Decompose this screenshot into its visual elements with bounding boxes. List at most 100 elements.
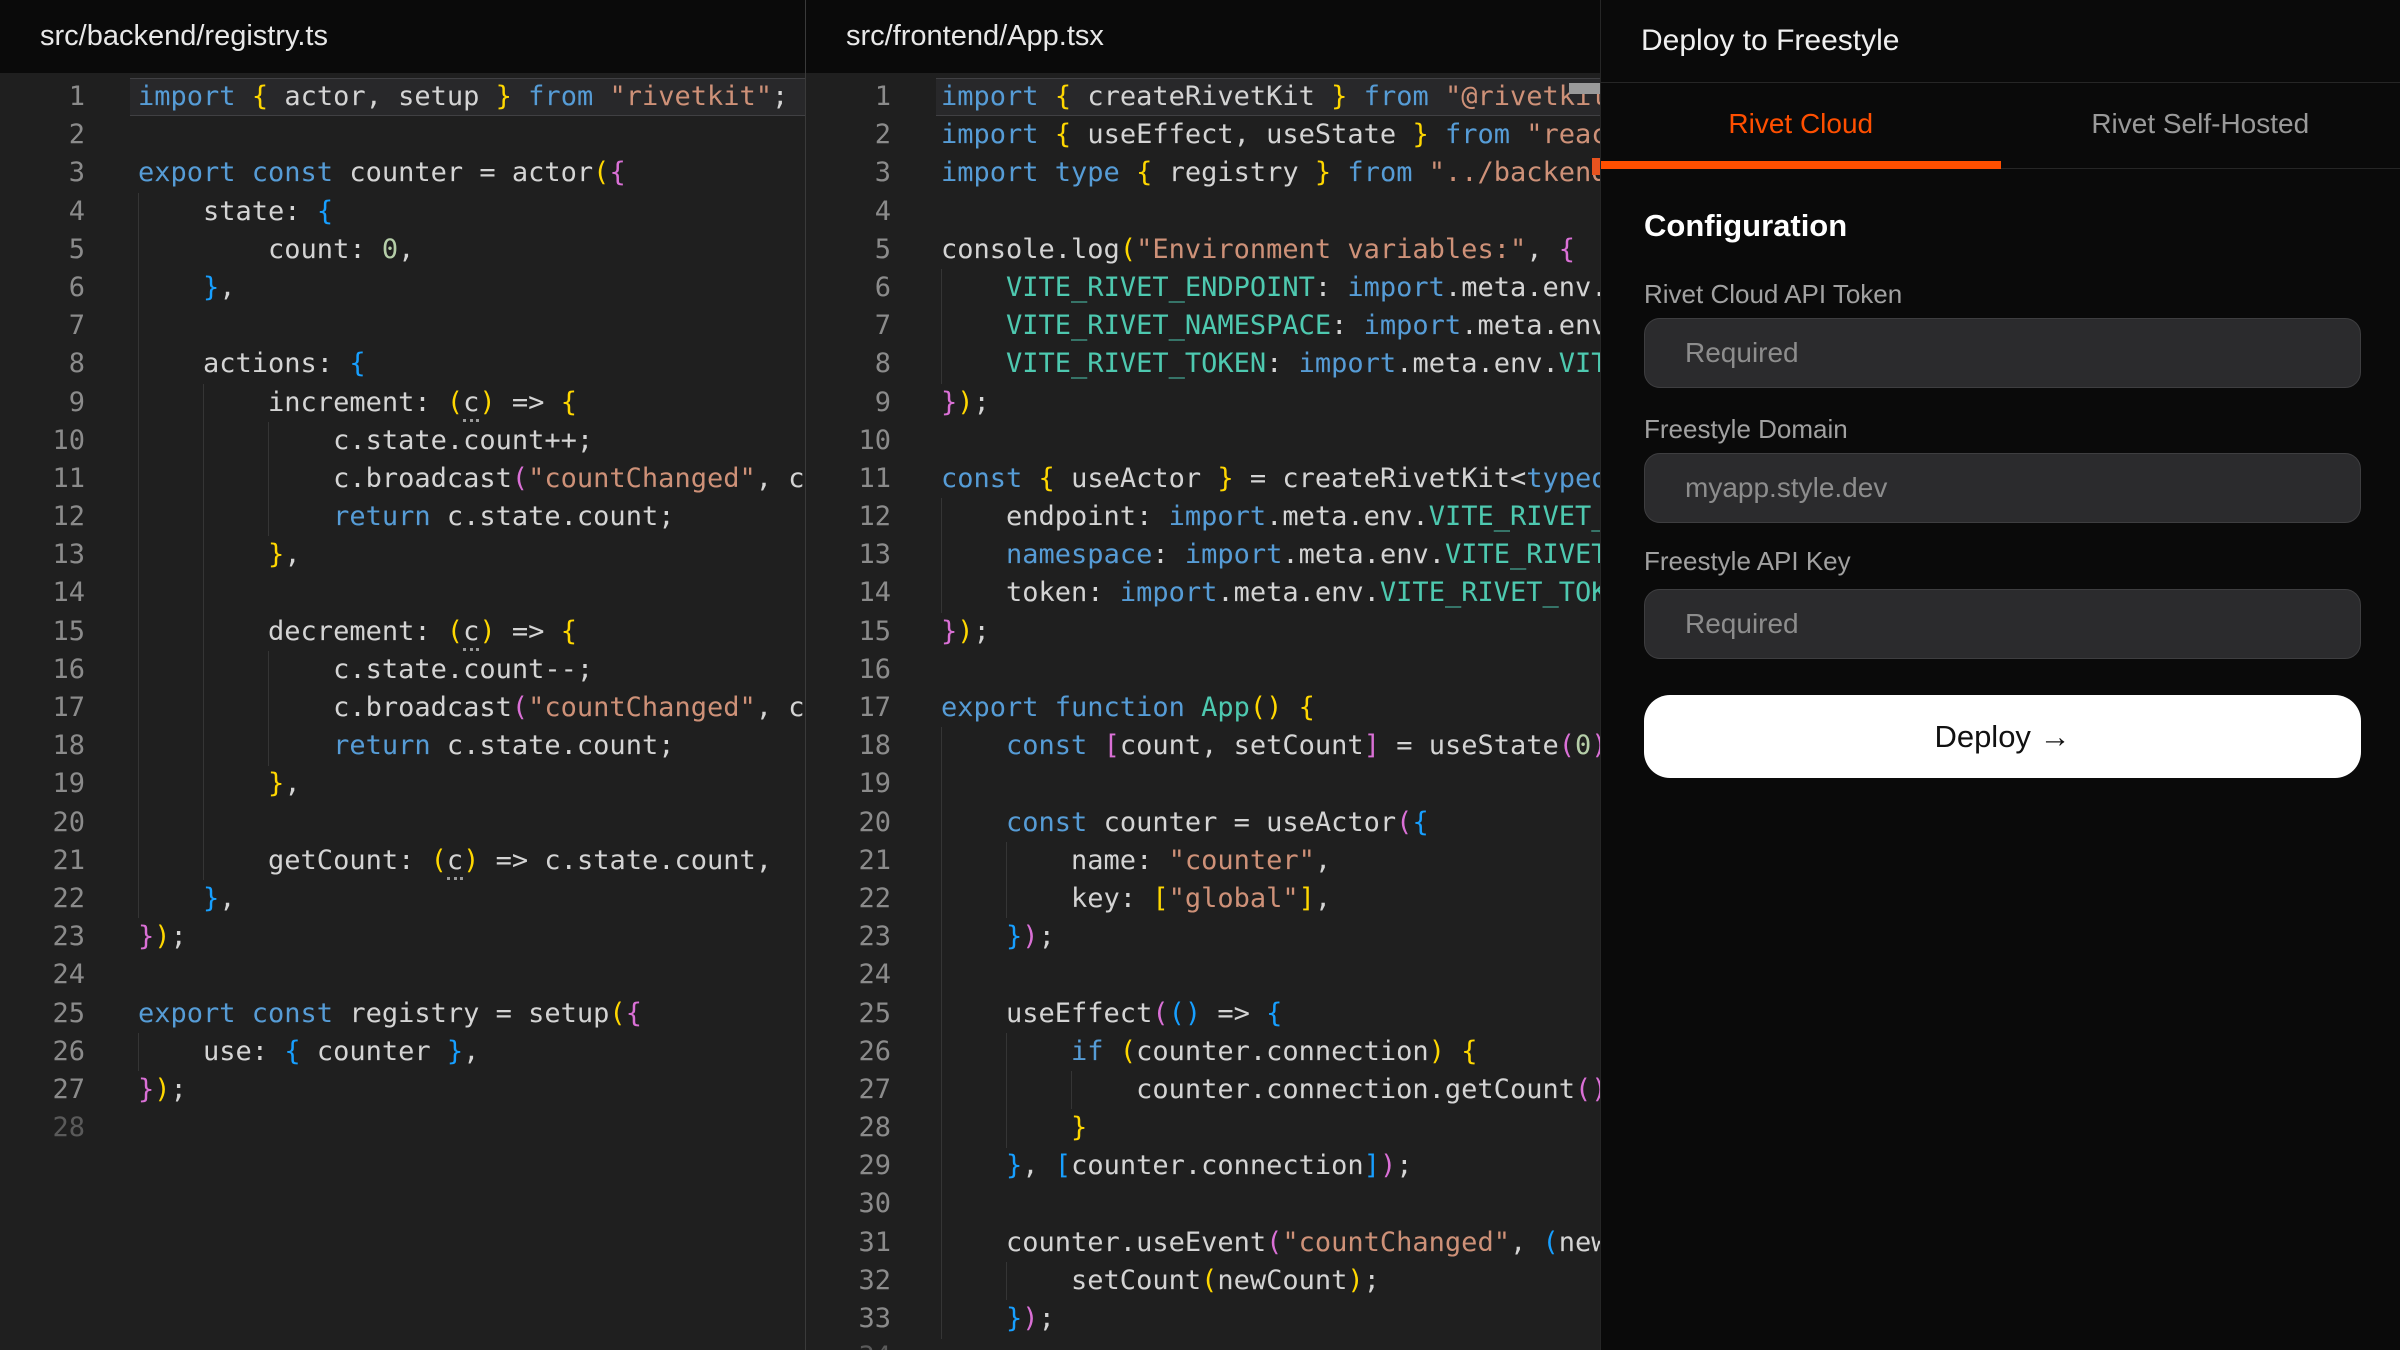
code-token: } bbox=[1412, 119, 1428, 150]
code-line: 2 import { useEffect, useState } from "re… bbox=[806, 116, 1600, 154]
code-token: { bbox=[1039, 463, 1055, 494]
line-number: 23 bbox=[0, 918, 85, 956]
code-text: import { createRivetKit } from "@rivetki… bbox=[941, 78, 1600, 116]
code-token: namespace bbox=[1006, 539, 1152, 570]
code-text: c.broadcast("countChanged", c.state.coun… bbox=[138, 689, 805, 727]
code-text: } bbox=[941, 1109, 1087, 1147]
app-window: src/backend/registry.ts 1import { actor,… bbox=[0, 0, 2400, 1350]
freestyle-api-key-input[interactable] bbox=[1644, 589, 2361, 659]
code-token: VITE_RIVET_NAMESPACE bbox=[1006, 310, 1331, 341]
code-token bbox=[941, 1150, 1006, 1181]
code-text: }, bbox=[138, 880, 236, 918]
code-text: import { useEffect, useState } from "rea… bbox=[941, 116, 1600, 154]
code-token: ( bbox=[609, 998, 625, 1029]
line-number: 5 bbox=[806, 231, 891, 269]
code-token: { bbox=[317, 196, 333, 227]
code-token: useEffect bbox=[941, 998, 1152, 1029]
code-token: , bbox=[284, 539, 300, 570]
code-token: , bbox=[1022, 1150, 1055, 1181]
code-line: 22 key: ["global"], bbox=[806, 880, 1600, 918]
code-token: counter.connection bbox=[1071, 1150, 1364, 1181]
line-number: 28 bbox=[806, 1109, 891, 1147]
code-token: c.state.count; bbox=[431, 501, 675, 532]
line-number: 32 bbox=[806, 1262, 891, 1300]
code-token: : bbox=[1331, 310, 1364, 341]
code-line: 9}); bbox=[806, 384, 1600, 422]
file-path-app: src/frontend/App.tsx bbox=[806, 0, 1600, 73]
code-token: counter.useEvent bbox=[941, 1227, 1266, 1258]
tab-rivet-cloud[interactable]: Rivet Cloud bbox=[1601, 82, 2001, 168]
code-text: c.state.count++; bbox=[138, 422, 593, 460]
code-token: , bbox=[1315, 883, 1331, 914]
code-token: ( bbox=[1396, 807, 1412, 838]
line-number: 17 bbox=[806, 689, 891, 727]
tab-rivet-self-hosted[interactable]: Rivet Self-Hosted bbox=[2001, 82, 2400, 168]
line-number: 9 bbox=[806, 384, 891, 422]
code-line: 10 c.state.count++; bbox=[0, 422, 805, 460]
code-token: newCount bbox=[1559, 1227, 1600, 1258]
line-number: 11 bbox=[806, 460, 891, 498]
code-text: import type { registry } from "../backen… bbox=[941, 154, 1600, 192]
code-token: ) bbox=[154, 1074, 170, 1105]
editor-panel-app: src/frontend/App.tsx 1import { createRiv… bbox=[805, 0, 1600, 1350]
line-number: 6 bbox=[806, 269, 891, 307]
code-token: .meta.env. bbox=[1461, 310, 1600, 341]
code-token: ; bbox=[1396, 1150, 1412, 1181]
code-line: 28 } bbox=[806, 1109, 1600, 1147]
code-token: newCount bbox=[1217, 1265, 1347, 1296]
code-token: : bbox=[1315, 272, 1348, 303]
rivet-cloud-api-token-input[interactable] bbox=[1644, 318, 2361, 388]
line-number: 1 bbox=[0, 78, 85, 116]
code-token: } bbox=[1006, 1303, 1022, 1334]
code-token: "../backend/registry" bbox=[1412, 157, 1600, 188]
code-token: getCount: bbox=[138, 845, 431, 876]
code-token: => c.state.count, bbox=[479, 845, 772, 876]
code-text: }); bbox=[941, 918, 1055, 956]
line-number: 34 bbox=[806, 1338, 891, 1350]
code-line: 26 use: { counter }, bbox=[0, 1033, 805, 1071]
code-token: , bbox=[398, 234, 414, 265]
indent-guide bbox=[1071, 1071, 1072, 1109]
code-token: VITE_RIVET_NAMESPACE bbox=[1445, 539, 1600, 570]
code-line: 27}); bbox=[0, 1071, 805, 1109]
code-token: counter.connection bbox=[1136, 1036, 1429, 1067]
code-text: c.broadcast("countChanged", c.state.coun… bbox=[138, 460, 805, 498]
code-line: 13 namespace: import.meta.env.VITE_RIVET… bbox=[806, 536, 1600, 574]
code-line: 16 c.state.count--; bbox=[0, 651, 805, 689]
code-text: token: import.meta.env.VITE_RIVET_TOKEN, bbox=[941, 574, 1600, 612]
code-token: => bbox=[1201, 998, 1266, 1029]
code-token bbox=[1445, 1036, 1461, 1067]
code-token: { bbox=[609, 157, 625, 188]
code-token: import bbox=[941, 81, 1039, 112]
code-line: 10 bbox=[806, 422, 1600, 460]
freestyle-domain-input[interactable] bbox=[1644, 453, 2361, 523]
code-token: ( bbox=[1201, 1265, 1217, 1296]
code-token: : bbox=[1152, 539, 1185, 570]
code-line: 21 getCount: (c) => c.state.count, bbox=[0, 842, 805, 880]
code-token bbox=[941, 539, 1006, 570]
code-token: counter.connection.getCount bbox=[941, 1074, 1575, 1105]
line-number: 25 bbox=[806, 995, 891, 1033]
line-number: 20 bbox=[806, 804, 891, 842]
code-token: { bbox=[1136, 157, 1152, 188]
code-token: ; bbox=[974, 616, 990, 647]
code-line: 23 }); bbox=[806, 918, 1600, 956]
code-token: ) bbox=[463, 845, 479, 876]
scrollbar-thumb[interactable] bbox=[1569, 83, 1600, 94]
code-token: , bbox=[219, 272, 235, 303]
code-line: 3export const counter = actor({ bbox=[0, 154, 805, 192]
code-token bbox=[941, 272, 1006, 303]
code-line: 24 bbox=[806, 956, 1600, 994]
code-token: c.state.count--; bbox=[138, 654, 593, 685]
deploy-button[interactable]: Deploy → bbox=[1644, 695, 2361, 778]
code-text: counter.connection.getCount().then(setCo… bbox=[941, 1071, 1600, 1109]
indent-guide bbox=[268, 651, 269, 766]
code-token bbox=[941, 921, 1006, 952]
code-text: }, bbox=[138, 765, 301, 803]
code-token bbox=[941, 348, 1006, 379]
code-token: ) bbox=[1380, 1150, 1396, 1181]
code-token: VITE_RIVET_TOKEN bbox=[1006, 348, 1266, 379]
code-line: 6 }, bbox=[0, 269, 805, 307]
line-number: 2 bbox=[806, 116, 891, 154]
code-token: useActor bbox=[1055, 463, 1218, 494]
